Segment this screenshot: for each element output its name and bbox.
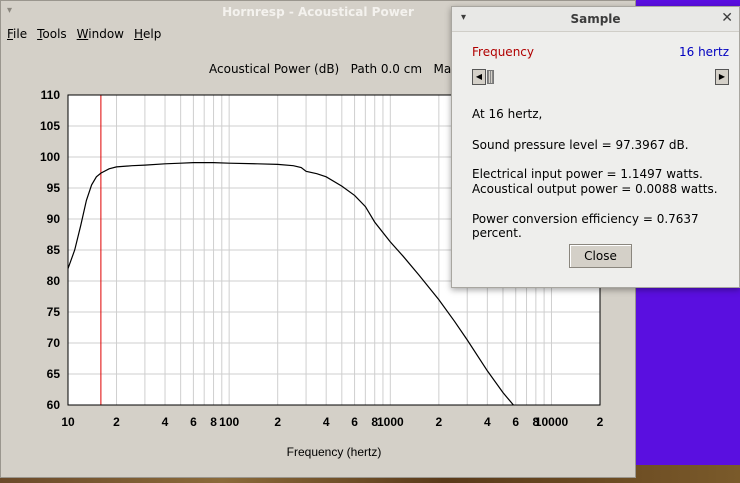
x-tick-label: 10000 [535,415,569,429]
x-tick-label: 6 [351,415,358,429]
y-tick-label: 75 [47,305,61,319]
y-tick-label: 60 [47,398,61,412]
close-icon[interactable]: ✕ [721,10,733,26]
x-tick-label: 1000 [377,415,404,429]
slider-thumb[interactable] [487,70,494,84]
slider-right-arrow-icon[interactable]: ▶ [715,69,729,85]
y-tick-label: 100 [40,150,60,164]
info-efficiency: Power conversion efficiency = 0.7637 per… [472,212,699,240]
y-tick-label: 95 [47,181,61,195]
frequency-label: Frequency [472,45,534,59]
frequency-slider[interactable]: ◀ ▶ [472,69,729,85]
x-tick-label: 4 [484,415,491,429]
x-axis-label: Frequency (hertz) [287,445,382,459]
x-tick-label: 2 [435,415,442,429]
dialog-title: Sample [570,12,621,26]
close-button[interactable]: Close [569,244,632,268]
frequency-value: 16 hertz [678,45,729,59]
x-tick-label: 10 [61,415,75,429]
y-tick-label: 110 [41,88,61,102]
info-spl: Sound pressure level = 97.3967 dB. [472,138,689,152]
y-tick-label: 105 [40,119,60,133]
x-tick-label: 4 [323,415,330,429]
x-tick-label: 2 [113,415,120,429]
info-acoustical-power: Acoustical output power = 0.0088 watts. [472,182,718,196]
x-tick-label: 8 [210,415,217,429]
y-tick-label: 70 [47,336,61,350]
info-frequency: At 16 hertz, [472,107,543,121]
info-electrical-power: Electrical input power = 1.1497 watts. [472,167,703,181]
slider-left-arrow-icon[interactable]: ◀ [472,69,486,85]
x-tick-label: 6 [190,415,197,429]
x-tick-label: 6 [512,415,519,429]
x-tick-label: 2 [597,415,604,429]
x-tick-label: 4 [162,415,169,429]
y-tick-label: 65 [47,367,61,381]
y-tick-label: 80 [47,274,61,288]
x-tick-label: 100 [219,415,239,429]
y-tick-label: 90 [47,212,61,226]
x-tick-label: 2 [274,415,281,429]
sample-titlebar[interactable]: ▾ Sample ✕ [452,7,739,32]
y-tick-label: 85 [47,243,61,257]
sample-dialog: ▾ Sample ✕ Frequency 16 hertz ◀ ▶ At 16 … [451,6,740,288]
